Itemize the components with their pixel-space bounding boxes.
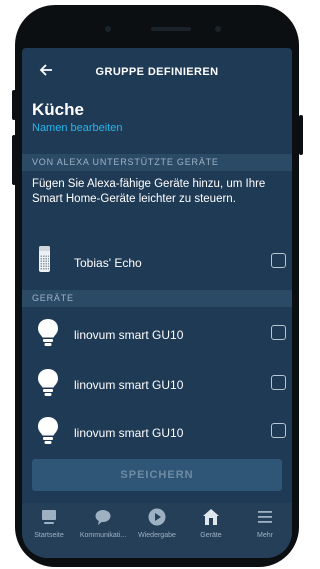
device-name: linovum smart GU10 <box>74 426 184 440</box>
volume-button <box>12 90 16 120</box>
nav-item-more[interactable]: Mehr <box>238 507 292 539</box>
bottom-nav: Startseite Kommunikati... Wiedergabe Ger… <box>22 503 292 558</box>
earpiece-speaker <box>151 27 191 31</box>
nav-label: Kommunikati... <box>79 532 127 539</box>
power-button <box>299 115 303 155</box>
light-bulb-icon <box>38 369 58 396</box>
device-row[interactable]: linovum smart GU10 <box>22 416 292 452</box>
front-camera <box>215 26 221 32</box>
menu-icon <box>258 511 272 523</box>
info-text: Fügen Sie Alexa-fähige Geräte hinzu, um … <box>32 178 266 205</box>
nav-item-home[interactable]: Startseite <box>22 507 76 539</box>
front-sensor <box>105 26 111 32</box>
device-name: Tobias' Echo <box>74 256 142 270</box>
app-screen: GRUPPE DEFINIEREN Küche Namen bearbeiten… <box>22 48 292 558</box>
save-button[interactable]: SPEICHERN <box>32 459 282 491</box>
nav-label: Wiedergabe <box>138 532 176 539</box>
device-name: linovum smart GU10 <box>74 378 184 392</box>
device-row[interactable]: linovum smart GU10 <box>22 368 292 404</box>
page-title: GRUPPE DEFINIEREN <box>95 66 219 78</box>
group-name: Küche <box>32 100 84 119</box>
volume-button <box>12 135 16 185</box>
light-bulb-icon <box>38 319 58 346</box>
play-icon <box>148 508 166 526</box>
home-icon <box>42 510 56 524</box>
nav-item-communication[interactable]: Kommunikati... <box>76 507 130 539</box>
device-checkbox[interactable] <box>271 325 286 340</box>
app-bar: GRUPPE DEFINIEREN <box>22 48 292 98</box>
section-header-alexa: VON ALEXA UNTERSTÜTZTE GERÄTE <box>22 154 292 171</box>
device-row[interactable]: linovum smart GU10 <box>22 318 292 354</box>
device-row-echo[interactable]: Tobias' Echo <box>22 246 292 282</box>
nav-item-devices[interactable]: Geräte <box>184 507 238 539</box>
light-bulb-icon <box>38 417 58 444</box>
device-name: linovum smart GU10 <box>74 328 184 342</box>
rename-link[interactable]: Namen bearbeiten <box>32 122 123 134</box>
nav-label: Geräte <box>200 532 222 539</box>
device-checkbox[interactable] <box>271 423 286 438</box>
section-header-devices: GERÄTE <box>22 290 292 307</box>
chat-bubble-icon <box>95 510 111 525</box>
smart-home-icon <box>203 509 219 525</box>
nav-item-play[interactable]: Wiedergabe <box>130 507 184 539</box>
nav-label: Mehr <box>257 532 273 539</box>
echo-speaker-icon <box>39 246 50 272</box>
nav-label: Startseite <box>34 532 64 539</box>
device-checkbox[interactable] <box>271 253 286 268</box>
device-checkbox[interactable] <box>271 375 286 390</box>
